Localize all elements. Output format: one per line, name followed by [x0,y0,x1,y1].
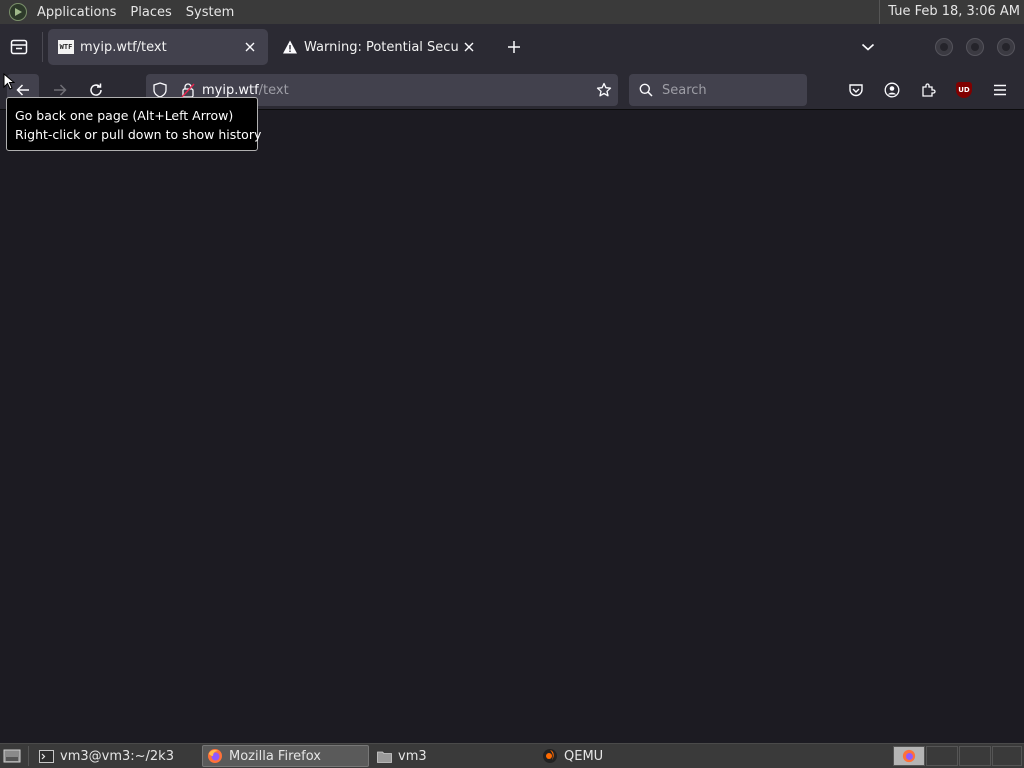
back-button-tooltip: Go back one page (Alt+Left Arrow) Right-… [6,97,262,151]
close-window-button[interactable] [997,38,1015,56]
tab-separator [42,32,43,62]
tab-bar: WTF myip.wtf/text Warning: Potential Sec… [0,24,1024,70]
workspace-4[interactable] [992,746,1022,766]
taskbar-item-firefox[interactable]: Mozilla Firefox [202,745,369,767]
back-arrow-icon [16,84,29,96]
firefox-icon [207,748,223,764]
search-input[interactable] [660,81,800,99]
list-all-tabs-button[interactable] [858,37,878,57]
bottom-panel: vm3@vm3:~/2k3 Mozilla Firefox vm3 QEMU [0,743,1024,768]
terminal-icon [38,748,54,764]
ublock-origin-button[interactable]: UD [952,78,976,102]
new-tab-button[interactable] [504,37,524,57]
account-icon [884,82,900,98]
taskbar-item-label: QEMU [564,748,604,764]
folder-icon [376,748,392,764]
search-icon [638,82,654,98]
close-tab-icon[interactable] [459,37,479,57]
firefox-view-icon [10,39,28,55]
reload-icon [90,83,102,96]
taskbar-item-label: vm3@vm3:~/2k3 [60,748,174,764]
url-domain: myip.wtf [202,82,259,98]
hamburger-menu-icon [994,84,1006,96]
qemu-icon [542,748,558,764]
panel-separator [28,746,29,766]
tab-title: Warning: Potential Security [304,39,459,55]
applications-menu[interactable]: Applications [34,5,119,20]
forward-arrow-icon [54,84,67,96]
workspace-3[interactable] [959,746,991,766]
top-panel: Applications Places System Tue Feb 18, 3… [0,0,1024,24]
taskbar-item-label: Mozilla Firefox [229,748,321,764]
tab-title: myip.wtf/text [80,39,167,55]
ublock-origin-icon: UD [956,82,972,98]
gnome-foot-icon[interactable] [9,3,27,21]
mouse-cursor-icon [3,73,15,90]
warning-icon [282,39,298,55]
maximize-button[interactable] [966,38,984,56]
tab-myip[interactable]: WTF myip.wtf/text [48,29,268,65]
taskbar-item-vm3-folder[interactable]: vm3 [372,745,536,767]
taskbar-item-label: vm3 [398,748,427,764]
tooltip-line: Go back one page (Alt+Left Arrow) [15,108,234,123]
account-button[interactable] [880,78,904,102]
page-content[interactable] [0,111,1024,743]
url-text[interactable]: myip.wtf/text [202,83,289,98]
show-desktop-button[interactable] [3,748,21,764]
system-menu[interactable]: System [183,5,237,20]
bookmark-star-icon[interactable] [596,82,612,98]
wtf-favicon-icon: WTF [58,39,74,55]
firefox-icon [902,749,916,763]
taskbar-item-qemu[interactable]: QEMU [538,745,702,767]
clock[interactable]: Tue Feb 18, 3:06 AM [879,0,1020,24]
chevron-down-icon [861,43,875,51]
search-bar[interactable] [629,74,807,106]
puzzle-icon [922,83,936,97]
minimize-button[interactable] [935,38,953,56]
plus-icon [508,41,520,53]
close-tab-icon[interactable] [240,37,260,57]
workspace-1[interactable] [893,746,925,766]
firefox-view-button[interactable] [8,36,30,58]
show-desktop-icon [3,749,21,763]
pocket-icon [849,84,863,97]
insecure-lock-icon[interactable] [180,82,196,98]
extensions-button[interactable] [916,78,940,102]
taskbar-item-terminal[interactable]: vm3@vm3:~/2k3 [34,745,200,767]
url-path: /text [258,82,289,98]
workspace-2[interactable] [926,746,958,766]
tab-warning[interactable]: Warning: Potential Security [272,29,487,65]
places-menu[interactable]: Places [127,5,174,20]
tooltip-line: Right-click or pull down to show history [15,127,262,142]
pocket-button[interactable] [844,78,868,102]
tracking-protection-shield-icon[interactable] [152,82,168,98]
application-menu-button[interactable] [988,78,1012,102]
